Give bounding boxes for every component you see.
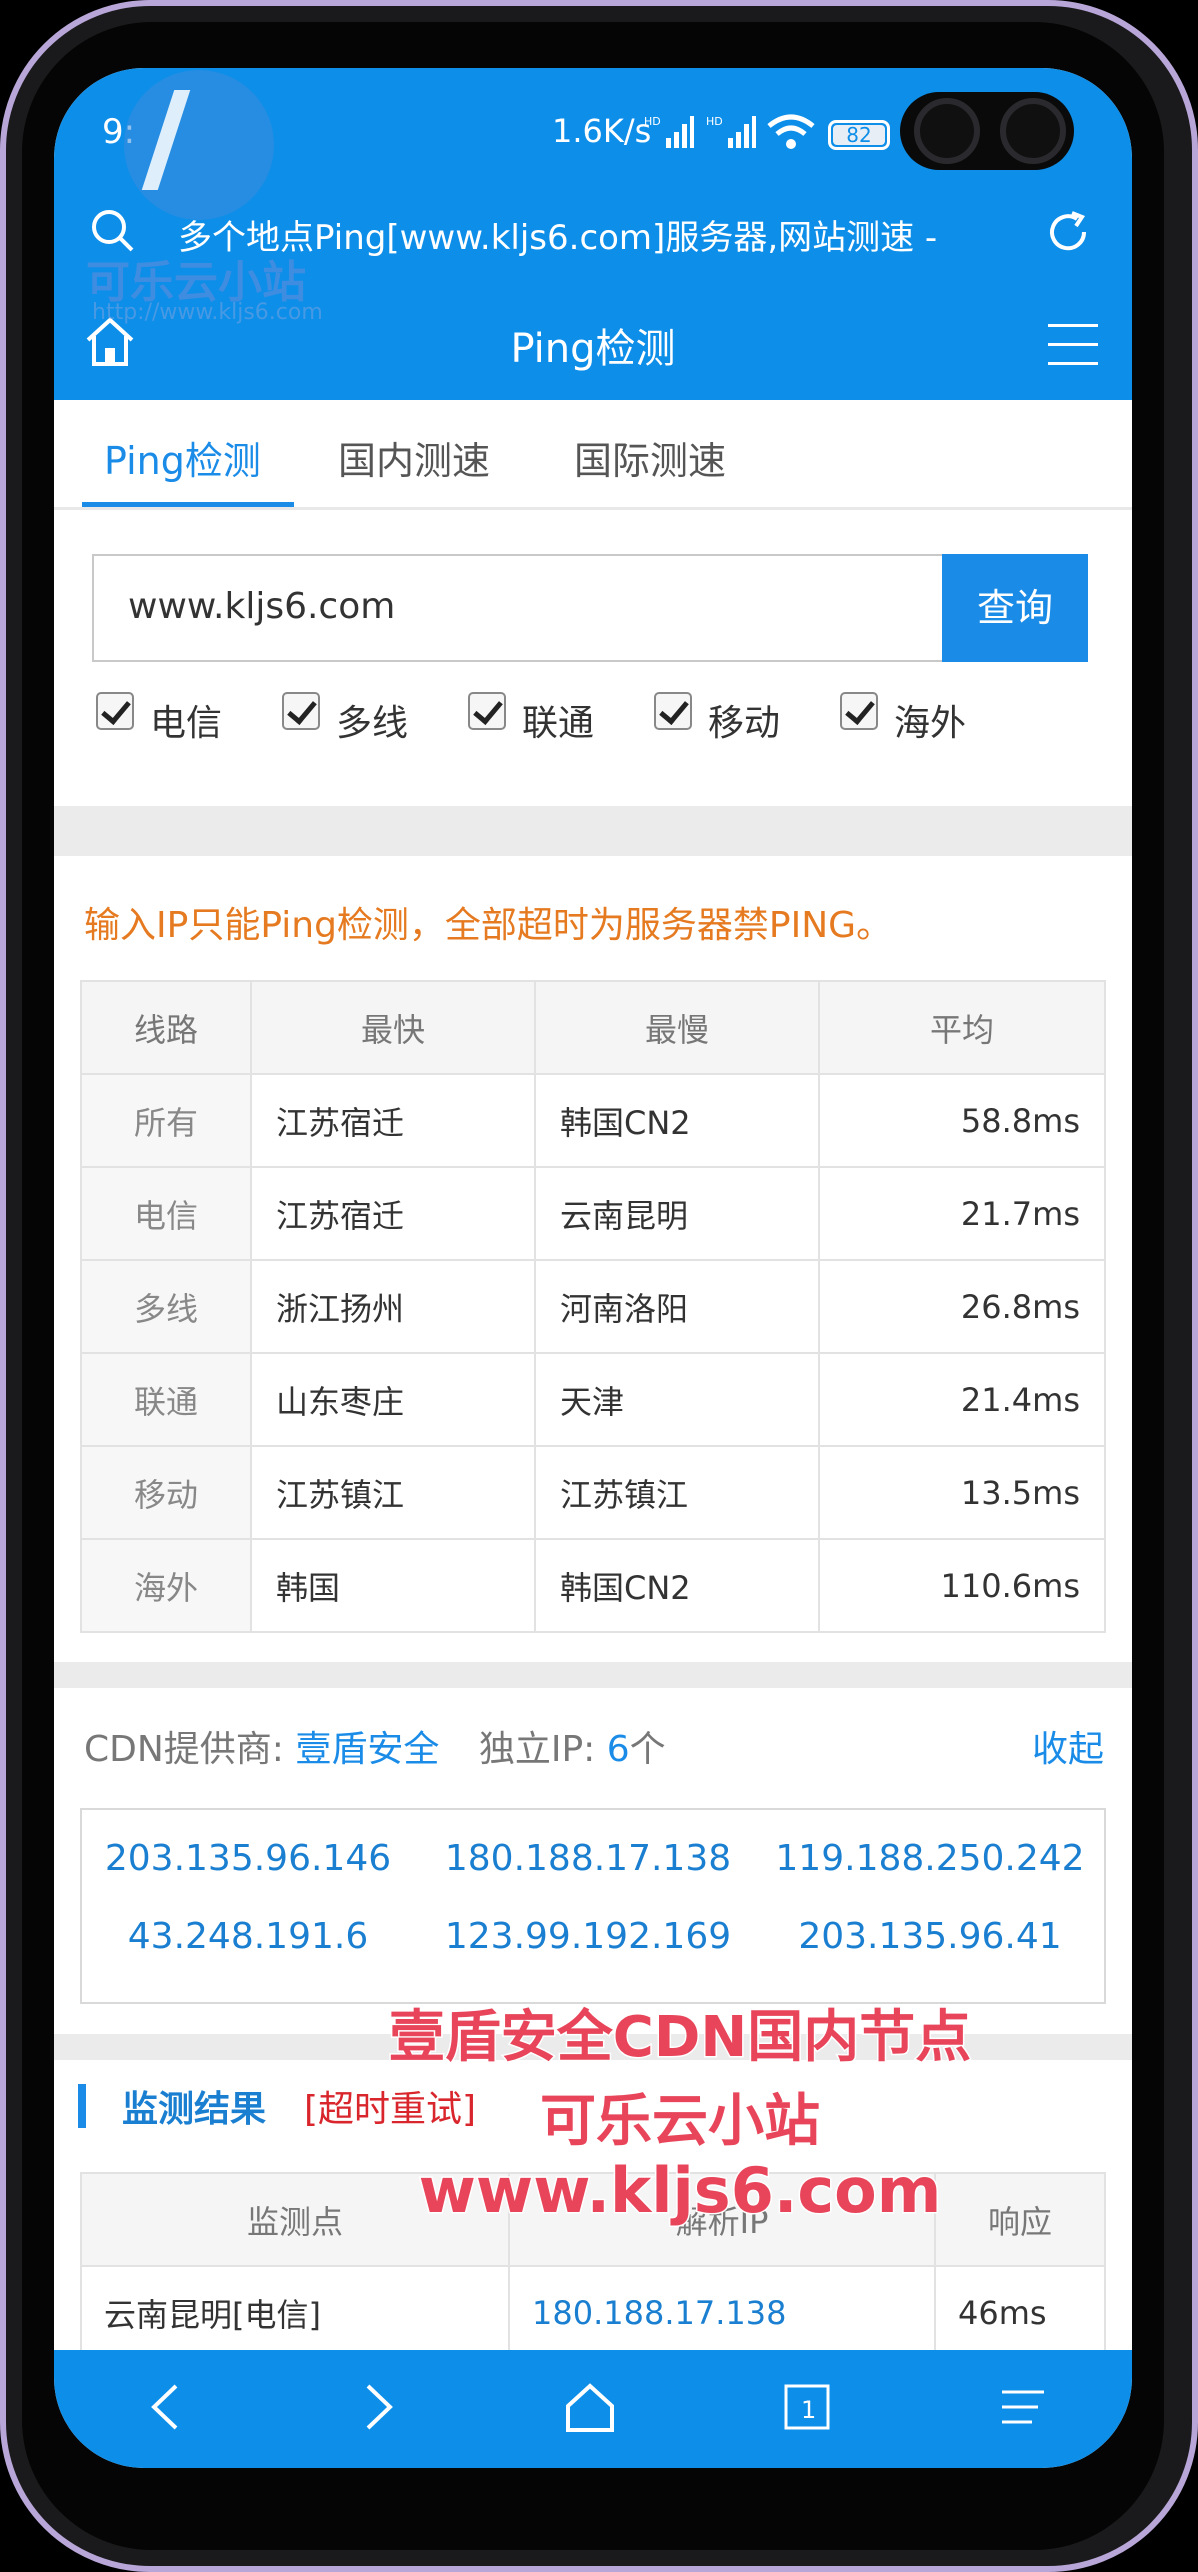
tab-international-speed[interactable]: 国际测速 <box>574 430 726 485</box>
section-divider <box>54 806 1132 856</box>
average-cell: 13.5ms <box>818 1445 1106 1540</box>
slowest-cell: 韩国CN2 <box>534 1073 820 1168</box>
signal-icon: HD <box>706 115 756 148</box>
table-row: 联通 山东枣庄 天津 21.4ms <box>80 1352 1106 1447</box>
query-button[interactable]: 查询 <box>942 554 1088 662</box>
slowest-cell: 江苏镇江 <box>534 1445 820 1540</box>
net-speed: 1.6K/s <box>552 112 652 150</box>
slowest-cell: 河南洛阳 <box>534 1259 820 1354</box>
battery-icon: 82 <box>828 120 890 150</box>
svg-text:HD: HD <box>644 115 661 128</box>
line-cell: 所有 <box>80 1073 252 1168</box>
column-header: 线路 <box>80 980 252 1075</box>
site-logo <box>124 70 274 220</box>
back-icon[interactable] <box>142 2380 188 2434</box>
column-header: 平均 <box>818 980 1106 1075</box>
line-cell: 移动 <box>80 1445 252 1540</box>
ip-unit: 个 <box>629 1729 666 1770</box>
front-camera <box>914 98 980 164</box>
table-row: 移动 江苏镇江 江苏镇江 13.5ms <box>80 1445 1106 1540</box>
cdn-info: CDN提供商: 壹盾安全 独立IP: 6个 收起 <box>84 1720 1104 1772</box>
fastest-cell: 江苏镇江 <box>250 1445 536 1540</box>
table-row: 多线 浙江扬州 河南洛阳 26.8ms <box>80 1259 1106 1354</box>
ip-address[interactable]: 203.135.96.41 <box>760 1916 1100 1957</box>
wifi-icon <box>767 114 815 149</box>
ip-address[interactable]: 43.248.191.6 <box>78 1916 418 1957</box>
logo-url: http://www.kljs6.com <box>92 300 323 325</box>
checkbox-icon[interactable] <box>282 692 320 730</box>
forward-icon[interactable] <box>356 2380 402 2434</box>
average-cell: 21.7ms <box>818 1166 1106 1261</box>
overlay-caption: 壹盾安全CDN国内节点 <box>387 2004 972 2072</box>
fastest-cell: 江苏宿迁 <box>250 1166 536 1261</box>
line-cell: 海外 <box>80 1538 252 1633</box>
table-row: 电信 江苏宿迁 云南昆明 21.7ms <box>80 1166 1106 1261</box>
front-camera <box>1000 98 1066 164</box>
fastest-cell: 江苏宿迁 <box>250 1073 536 1168</box>
line-cell: 电信 <box>80 1166 252 1261</box>
ip-address[interactable]: 203.135.96.146 <box>78 1838 418 1879</box>
checkbox-icon[interactable] <box>468 692 506 730</box>
battery-level: 82 <box>846 123 872 147</box>
table-row: 海外 韩国 韩国CN2 110.6ms <box>80 1538 1106 1633</box>
cdn-label: CDN提供商: <box>84 1729 284 1770</box>
fastest-cell: 韩国 <box>250 1538 536 1633</box>
tab-domestic-speed[interactable]: 国内测速 <box>338 430 490 485</box>
heading-accent <box>78 2084 86 2128</box>
svg-text:HD: HD <box>706 115 723 128</box>
collapse-button[interactable]: 收起 <box>1032 1720 1104 1772</box>
average-cell: 110.6ms <box>818 1538 1106 1633</box>
cdn-provider[interactable]: 壹盾安全 <box>295 1729 439 1770</box>
ip-label: 独立IP: <box>478 1729 596 1770</box>
slowest-cell: 韩国CN2 <box>534 1538 820 1633</box>
line-filter: 电信 多线 联通 移动 海外 <box>96 688 1096 748</box>
overlay-caption: 可乐云小站 <box>539 2088 822 2156</box>
ip-list: 203.135.96.146 180.188.17.138 119.188.25… <box>80 1808 1106 2004</box>
checkbox-icon[interactable] <box>96 692 134 730</box>
average-cell: 58.8ms <box>818 1073 1106 1168</box>
search-field[interactable]: www.kljs6.com <box>92 554 1088 662</box>
search-input[interactable]: www.kljs6.com <box>128 586 395 627</box>
ip-address[interactable]: 180.188.17.138 <box>418 1838 758 1879</box>
home-icon[interactable] <box>562 2380 618 2436</box>
browser-bottom-bar: 1 <box>54 2350 1132 2468</box>
menu-icon[interactable] <box>998 2380 1048 2434</box>
response-cell: 46ms <box>934 2265 1106 2360</box>
slowest-cell: 云南昆明 <box>534 1166 820 1261</box>
tab-bar: Ping检测 国内测速 国际测速 <box>54 400 1132 510</box>
active-tab-indicator <box>82 502 294 507</box>
ip-address[interactable]: 119.188.250.242 <box>760 1838 1100 1879</box>
monitor-point-cell: 云南昆明[电信] <box>80 2265 510 2360</box>
resolved-ip-cell[interactable]: 180.188.17.138 <box>508 2265 936 2360</box>
ping-summary-table: 线路 最快 最慢 平均 所有 江苏宿迁 韩国CN2 58.8ms 电信 江苏宿迁… <box>80 980 1106 1633</box>
table-header-row: 线路 最快 最慢 平均 <box>80 980 1106 1075</box>
menu-icon[interactable] <box>1048 324 1098 381</box>
section-divider <box>54 1662 1132 1688</box>
slowest-cell: 天津 <box>534 1352 820 1447</box>
table-row: 所有 江苏宿迁 韩国CN2 58.8ms <box>80 1073 1106 1168</box>
ip-address[interactable]: 123.99.192.169 <box>418 1916 758 1957</box>
checkbox-icon[interactable] <box>654 692 692 730</box>
table-row: 云南昆明[电信] 180.188.17.138 46ms <box>80 2265 1106 2360</box>
checkbox-icon[interactable] <box>840 692 878 730</box>
line-cell: 多线 <box>80 1259 252 1354</box>
ip-count: 6 <box>606 1729 630 1770</box>
column-header: 最慢 <box>534 980 820 1075</box>
ping-notice: 输入IP只能Ping检测，全部超时为服务器禁PING。 <box>84 905 893 946</box>
reload-icon[interactable] <box>1044 208 1092 256</box>
svg-text:1: 1 <box>801 2396 816 2424</box>
average-cell: 21.4ms <box>818 1352 1106 1447</box>
average-cell: 26.8ms <box>818 1259 1106 1354</box>
fastest-cell: 浙江扬州 <box>250 1259 536 1354</box>
overlay-caption: www.kljs6.com <box>417 2153 943 2229</box>
tabs-icon[interactable]: 1 <box>782 2380 832 2434</box>
column-header: 最快 <box>250 980 536 1075</box>
tab-ping[interactable]: Ping检测 <box>104 430 261 485</box>
line-cell: 联通 <box>80 1352 252 1447</box>
signal-icon: HD <box>644 115 694 148</box>
fastest-cell: 山东枣庄 <box>250 1352 536 1447</box>
